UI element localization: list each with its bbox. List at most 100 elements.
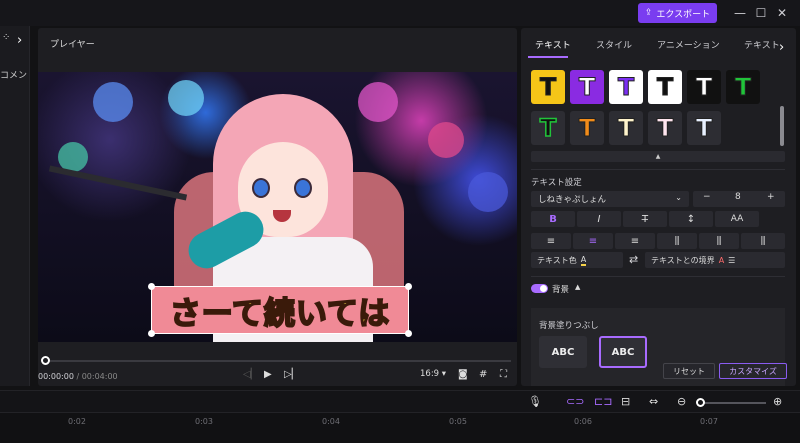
line-spacing-button[interactable]: ↕ xyxy=(669,211,713,227)
left-rail-label: コメン xyxy=(0,71,28,81)
valign-bottom-button[interactable]: ⫼ xyxy=(741,233,785,249)
resize-handle[interactable] xyxy=(405,283,412,290)
font-size-stepper[interactable]: − 8 + xyxy=(693,191,785,207)
fit-icon[interactable]: ⇔ xyxy=(649,395,658,408)
style-preset-tile[interactable]: T xyxy=(609,70,643,104)
swap-icon[interactable]: ⇄ xyxy=(629,253,638,266)
chevron-right-icon[interactable]: › xyxy=(17,33,22,48)
crop-grid-icon[interactable]: # xyxy=(479,369,487,380)
bokeh-light xyxy=(168,80,204,116)
tick-label: 0:06 xyxy=(574,417,592,426)
decrease-size-button[interactable]: − xyxy=(703,192,711,202)
resize-handle[interactable] xyxy=(405,330,412,337)
collapse-presets-button[interactable]: ▲ xyxy=(531,151,785,162)
style-preset-tile[interactable]: T xyxy=(570,70,604,104)
background-toggle[interactable] xyxy=(531,284,548,293)
tab-text[interactable]: テキスト xyxy=(535,38,571,51)
prev-frame-icon[interactable]: ◁▏ xyxy=(243,369,258,380)
uppercase-button[interactable]: AA xyxy=(715,211,759,227)
tab-text-template[interactable]: テキスト xyxy=(744,38,780,51)
style-presets-row: TTTTTT xyxy=(531,70,791,106)
border-color-swatch: A xyxy=(718,255,725,265)
bokeh-light xyxy=(93,82,133,122)
style-preset-tile[interactable]: T xyxy=(570,111,604,145)
split-icon[interactable]: ⊟ xyxy=(621,395,630,408)
divider xyxy=(531,276,785,277)
aspect-ratio-select[interactable]: 16:9 ▾ xyxy=(420,369,446,379)
maximize-icon[interactable]: ☐ xyxy=(752,4,770,22)
timeline-toolbar: 🎙 ⊂⊃ ⊏⊐ ⊟ ⇔ ⊖ ⊕ xyxy=(0,390,800,412)
mic-stand xyxy=(48,165,188,201)
caption-text-box[interactable]: さーて続いては xyxy=(151,286,409,334)
customize-button[interactable]: カスタマイズ xyxy=(719,363,787,379)
zoom-slider-track[interactable] xyxy=(700,402,766,404)
style-preset-tile[interactable]: T xyxy=(687,111,721,145)
magnet-icon[interactable]: ⊏⊐ xyxy=(594,395,612,408)
style-preset-tile[interactable]: T xyxy=(648,70,682,104)
export-label: エクスポート xyxy=(656,9,711,20)
character-eye xyxy=(294,178,312,198)
title-bar: ⇪ エクスポート — ☐ ✕ xyxy=(0,0,800,26)
background-fill-label: 背景塗りつぶし xyxy=(539,321,599,331)
font-select[interactable]: しねきゃぷしょん ⌄ xyxy=(531,191,689,207)
close-icon[interactable]: ✕ xyxy=(773,4,791,22)
valign-middle-button[interactable]: ⫼ xyxy=(699,233,739,249)
italic-button[interactable]: I xyxy=(577,211,621,227)
valign-top-button[interactable]: ⫼ xyxy=(657,233,697,249)
tab-animation[interactable]: アニメーション xyxy=(657,38,720,51)
zoom-in-icon[interactable]: ⊕ xyxy=(773,395,782,408)
player-panel: プレイヤー さーて続いては 00:00:00 / 00:04:00 ◁▏ ▶ ▷… xyxy=(38,28,517,386)
menu-icon: ☰ xyxy=(728,255,736,265)
export-button[interactable]: ⇪ エクスポート xyxy=(638,3,717,23)
minimize-icon[interactable]: — xyxy=(731,4,749,22)
tick-label: 0:04 xyxy=(322,417,340,426)
strikethrough-button[interactable]: T̶ xyxy=(623,211,667,227)
style-preset-tile[interactable]: T xyxy=(531,111,565,145)
resize-handle[interactable] xyxy=(148,283,155,290)
link-clips-icon[interactable]: ⊂⊃ xyxy=(566,395,584,408)
playhead-knob[interactable] xyxy=(41,356,50,365)
presets-scrollbar[interactable] xyxy=(780,106,784,146)
bokeh-light xyxy=(468,172,508,212)
bold-button[interactable]: B xyxy=(531,211,575,227)
reset-button[interactable]: リセット xyxy=(663,363,715,379)
timeline-ruler[interactable]: 0:02 0:03 0:04 0:05 0:06 0:07 xyxy=(0,412,800,443)
style-preset-tile[interactable]: T xyxy=(726,70,760,104)
font-size-value: 8 xyxy=(735,192,741,202)
tab-style[interactable]: スタイル xyxy=(596,38,632,51)
align-left-button[interactable]: ≡ xyxy=(531,233,571,249)
bg-fill-option[interactable]: ABC xyxy=(539,336,587,368)
text-properties-panel: テキスト スタイル アニメーション テキスト › TTTTTT TTTTT ▲ … xyxy=(521,28,796,386)
style-preset-tile[interactable]: T xyxy=(648,111,682,145)
playback-progress-track[interactable] xyxy=(45,360,511,362)
style-preset-tile[interactable]: T xyxy=(687,70,721,104)
increase-size-button[interactable]: + xyxy=(767,192,775,202)
panel-tabs: テキスト スタイル アニメーション テキスト › xyxy=(521,34,796,56)
chevron-down-icon: ⌄ xyxy=(675,193,682,202)
fullscreen-icon[interactable]: ⛶ xyxy=(500,369,507,380)
play-icon[interactable]: ▶ xyxy=(264,369,272,380)
caret-up-icon[interactable]: ▲ xyxy=(575,283,580,291)
align-center-button[interactable]: ≡ xyxy=(573,233,613,249)
active-tab-indicator xyxy=(528,56,568,58)
style-preset-tile[interactable]: T xyxy=(531,70,565,104)
tick-label: 0:05 xyxy=(449,417,467,426)
resize-handle[interactable] xyxy=(148,330,155,337)
bg-fill-option-selected[interactable]: ABC xyxy=(599,336,647,368)
style-preset-tile[interactable]: T xyxy=(609,111,643,145)
style-presets-row: TTTTT xyxy=(531,111,791,147)
text-color-button[interactable]: テキスト色 A xyxy=(531,252,623,268)
microphone-icon[interactable]: 🎙 xyxy=(528,395,542,408)
zoom-slider-knob[interactable] xyxy=(696,398,705,407)
character-eye xyxy=(252,178,270,198)
zoom-out-icon[interactable]: ⊖ xyxy=(677,395,686,408)
chevron-right-icon[interactable]: › xyxy=(779,40,784,55)
border-color-button[interactable]: テキストとの境界 A ☰ xyxy=(645,252,785,268)
grid-icon[interactable]: ⁘ xyxy=(2,32,10,43)
align-right-button[interactable]: ≡ xyxy=(615,233,655,249)
video-preview[interactable]: さーて続いては xyxy=(38,72,517,342)
current-time: 00:00:00 xyxy=(38,372,74,381)
player-title: プレイヤー xyxy=(50,40,95,50)
camera-icon[interactable]: ◙ xyxy=(458,369,468,380)
next-frame-icon[interactable]: ▷▏ xyxy=(284,369,299,380)
